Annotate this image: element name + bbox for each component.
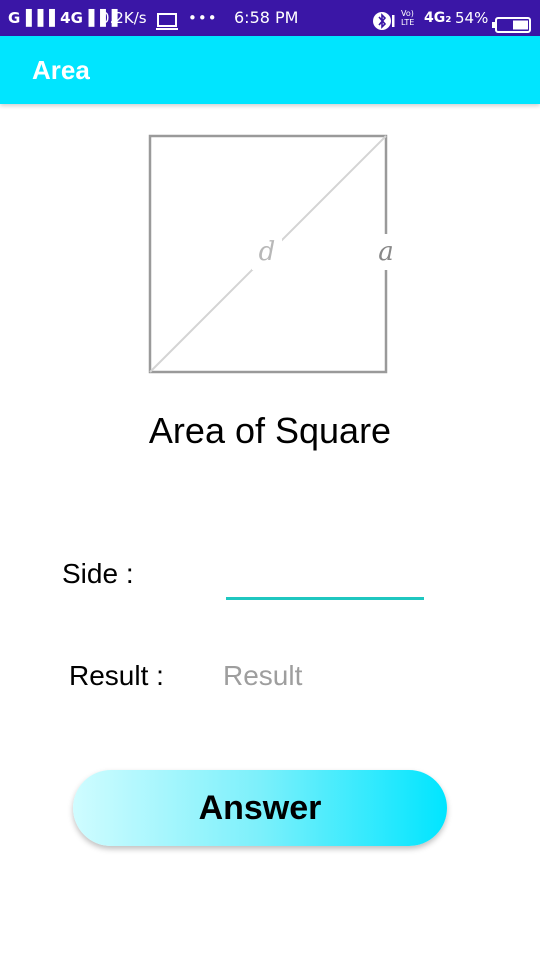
battery-icon <box>492 10 532 33</box>
lte-label: LTE <box>401 18 415 27</box>
square-diagram: d a <box>140 126 402 382</box>
side-input[interactable] <box>226 556 424 600</box>
app-bar: Area <box>0 36 540 104</box>
answer-button[interactable]: Answer <box>73 770 447 846</box>
result-label: Result : <box>69 660 164 691</box>
result-value: Result <box>223 660 303 691</box>
clock: 6:58 PM <box>234 8 299 27</box>
app-title: Area <box>32 55 90 85</box>
more-notifications-icon: ••• <box>188 9 218 27</box>
monitor-icon <box>156 8 178 30</box>
network-type-label: 4G₂ <box>424 10 452 26</box>
battery-percent: 54% <box>455 9 489 27</box>
square-diagram-svg: d a <box>148 134 402 374</box>
bluetooth-icon <box>373 8 395 30</box>
page-heading: Area of Square <box>148 410 392 451</box>
side-label: a <box>378 237 394 267</box>
diagonal-label: d <box>259 237 276 267</box>
network-speed: 0.2K/s <box>100 9 147 27</box>
status-bar: G▐▐▐ 4G▐▐▐ 0.2K/s ••• 6:58 PM Vo) LTE 4G… <box>0 0 540 36</box>
volte-icon: Vo) LTE <box>401 9 414 29</box>
volte-label: Vo) <box>401 9 414 18</box>
side-label: Side : <box>62 558 134 589</box>
